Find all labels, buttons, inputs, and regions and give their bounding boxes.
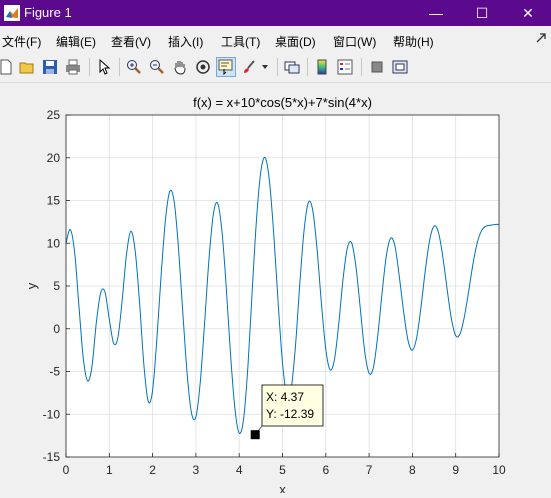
save-icon bbox=[43, 60, 57, 74]
menu-view[interactable]: 查看(V) bbox=[111, 33, 151, 50]
menu-desktop[interactable]: 桌面(D) bbox=[275, 33, 316, 50]
figure-canvas: 0 1 2 3 4 5 6 7 8 9 10 -15 -10 -5 0 5 10 15 20 25 f(x) = x… bbox=[0, 83, 551, 497]
zoom-in-button[interactable] bbox=[124, 57, 144, 77]
datatip-x-label: X: 4.37 bbox=[266, 390, 304, 404]
y-tick-label: -5 bbox=[49, 365, 60, 379]
open-file-button[interactable] bbox=[17, 57, 37, 77]
legend-icon bbox=[337, 59, 353, 75]
toolbar-separator bbox=[361, 58, 362, 76]
insert-colorbar-button[interactable] bbox=[312, 57, 332, 77]
menu-help[interactable]: 帮助(H) bbox=[393, 33, 434, 50]
x-tick-label: 1 bbox=[106, 463, 113, 477]
rotate-button[interactable] bbox=[193, 57, 213, 77]
y-tick-label: -15 bbox=[43, 450, 61, 464]
menu-tools[interactable]: 工具(T) bbox=[221, 33, 260, 50]
chart-title: f(x) = x+10*cos(5*x)+7*sin(4*x) bbox=[193, 95, 372, 110]
menu-file[interactable]: 文件(F) bbox=[2, 33, 41, 50]
x-tick-label: 0 bbox=[63, 463, 70, 477]
y-tick-label: 15 bbox=[47, 194, 61, 208]
matlab-logo-icon bbox=[4, 5, 20, 21]
plot-svg: 0 1 2 3 4 5 6 7 8 9 10 -15 -10 -5 0 5 10 15 20 25 f(x) = x… bbox=[24, 95, 506, 497]
x-tick-label: 6 bbox=[322, 463, 329, 477]
toolbar-separator bbox=[89, 58, 90, 76]
edit-plot-arrow-icon bbox=[99, 59, 111, 75]
menu-window[interactable]: 窗口(W) bbox=[333, 33, 376, 50]
toolbar-separator bbox=[277, 58, 278, 76]
new-figure-button[interactable] bbox=[0, 57, 16, 77]
x-tick-label: 7 bbox=[366, 463, 373, 477]
menu-bar: 文件(F) 编辑(E) 查看(V) 插入(I) 工具(T) 桌面(D) 窗口(W… bbox=[0, 26, 551, 52]
datatip-y-label: Y: -12.39 bbox=[266, 407, 314, 421]
colorbar-icon bbox=[317, 59, 327, 75]
y-tick-label: 20 bbox=[47, 151, 61, 165]
data-cursor-icon bbox=[218, 59, 233, 75]
brush-button[interactable] bbox=[239, 57, 259, 77]
x-tick-label: 5 bbox=[279, 463, 286, 477]
print-icon bbox=[66, 59, 80, 75]
x-tick-label: 8 bbox=[409, 463, 416, 477]
save-button[interactable] bbox=[40, 57, 60, 77]
y-tick-label: -10 bbox=[43, 407, 61, 421]
rotate-3d-icon bbox=[196, 60, 210, 74]
window-titlebar: Figure 1 — ☐ ✕ bbox=[0, 0, 551, 26]
link-plot-button[interactable] bbox=[282, 57, 302, 77]
x-tick-label: 3 bbox=[193, 463, 200, 477]
pan-hand-icon bbox=[174, 61, 186, 75]
brush-dropdown[interactable] bbox=[259, 57, 271, 77]
zoom-in-icon bbox=[127, 60, 141, 74]
print-button[interactable] bbox=[63, 57, 83, 77]
close-button[interactable]: ✕ bbox=[505, 0, 551, 26]
show-plot-tools-button[interactable] bbox=[390, 57, 410, 77]
brush-icon bbox=[244, 60, 255, 73]
pan-button[interactable] bbox=[170, 57, 190, 77]
x-tick-label: 4 bbox=[236, 463, 243, 477]
insert-legend-button[interactable] bbox=[335, 57, 355, 77]
y-tick-label: 10 bbox=[47, 236, 61, 250]
dock-arrow-icon[interactable] bbox=[535, 32, 547, 44]
chevron-down-icon bbox=[262, 65, 268, 69]
new-figure-icon bbox=[0, 59, 12, 75]
minimize-button[interactable]: — bbox=[413, 0, 459, 26]
y-tick-label: 0 bbox=[53, 322, 60, 336]
x-tick-label: 9 bbox=[452, 463, 459, 477]
zoom-out-icon bbox=[150, 60, 164, 74]
link-plot-icon bbox=[284, 61, 300, 74]
hide-plot-tools-button[interactable] bbox=[367, 57, 387, 77]
figure-toolbar bbox=[0, 52, 551, 83]
hide-plot-tools-icon bbox=[371, 61, 383, 73]
zoom-out-button[interactable] bbox=[147, 57, 167, 77]
y-axis-label: y bbox=[24, 282, 39, 289]
menu-edit[interactable]: 编辑(E) bbox=[56, 33, 96, 50]
x-axis-label: x bbox=[279, 482, 286, 493]
window-title: Figure 1 bbox=[24, 5, 72, 20]
data-cursor-button[interactable] bbox=[216, 57, 236, 77]
y-tick-label: 25 bbox=[47, 108, 61, 122]
menu-insert[interactable]: 插入(I) bbox=[168, 33, 203, 50]
x-tick-label: 2 bbox=[149, 463, 156, 477]
edit-plot-button[interactable] bbox=[94, 57, 114, 77]
open-file-icon bbox=[19, 62, 34, 74]
toolbar-separator bbox=[307, 58, 308, 76]
x-tick-label: 10 bbox=[492, 463, 506, 477]
toolbar-separator bbox=[119, 58, 120, 76]
maximize-button[interactable]: ☐ bbox=[459, 0, 505, 26]
y-tick-label: 5 bbox=[53, 279, 60, 293]
show-plot-tools-icon bbox=[392, 60, 408, 74]
